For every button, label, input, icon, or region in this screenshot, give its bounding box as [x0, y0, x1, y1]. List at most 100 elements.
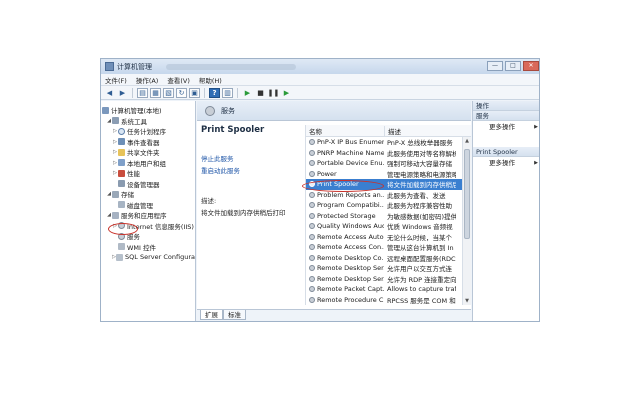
list-row[interactable]: PnP-X IP Bus Enumer... PnP-X 总线枚举器服务 — [306, 137, 471, 148]
service-description-cell: PnP-X 总线枚举器服务 — [387, 139, 453, 148]
forward-arrow-icon[interactable]: ▶ — [117, 88, 128, 98]
services-list: 名称 描述 PnP-X IP Bus Enumer... PnP-X 总线枚举器服… — [305, 125, 471, 305]
service-name-cell: Power — [306, 170, 384, 178]
tree-item-disk-management[interactable]: 磁盘管理 — [101, 200, 195, 211]
service-name-text: Quality Windows Aud... — [317, 222, 384, 231]
properties-icon[interactable]: ▦ — [150, 87, 161, 98]
minimize-button[interactable]: — — [487, 61, 503, 71]
tab-standard[interactable]: 标准 — [223, 310, 246, 320]
tree-item-root[interactable]: 计算机管理(本地) — [101, 105, 195, 116]
close-button[interactable]: ✕ — [523, 61, 539, 71]
scroll-up-icon[interactable]: ▲ — [463, 137, 471, 145]
tree-item-services[interactable]: 服务 — [101, 231, 195, 242]
actions-group-print-spooler[interactable]: Print Spooler — [473, 147, 539, 157]
console-tree-icon[interactable]: ▤ — [137, 87, 148, 98]
tree-item-wmi[interactable]: WMI 控件 — [101, 242, 195, 253]
tree-item-iis[interactable]: ▷ Internet 信息服务(IIS) — [101, 221, 195, 232]
tree-item-event-viewer[interactable]: ▷ 事件查看器 — [101, 137, 195, 148]
description-text: 将文件加载到内存供稍后打印 — [201, 209, 286, 217]
list-row[interactable]: Remote Desktop Ser... 允许为 RDP 连接重定向 — [306, 274, 471, 285]
tree-item-label: 任务计划程序 — [127, 128, 166, 137]
export-list-icon[interactable]: ▧ — [163, 87, 174, 98]
pause-service-icon[interactable]: ❚❚ — [268, 88, 280, 98]
clock-icon — [118, 127, 125, 135]
tree-item-performance[interactable]: ▷ 性能 — [101, 168, 195, 179]
refresh-icon[interactable]: ↻ — [176, 87, 187, 98]
list-row[interactable]: Quality Windows Aud...优质 Windows 音频视 — [306, 221, 471, 232]
service-description-cell: RPCSS 服务是 COM 和 — [387, 296, 456, 305]
more-actions-services[interactable]: 更多操作 ▶ — [473, 121, 539, 133]
tree-item-storage[interactable]: ◢ 存储 — [101, 189, 195, 200]
disk-icon — [118, 201, 125, 209]
restart-service-link[interactable]: 重启动此服务 — [201, 165, 304, 175]
list-row[interactable]: Remote Access Auto ...无论什么时候，当某个 — [306, 232, 471, 243]
tree-item-task-scheduler[interactable]: ▷ 任务计划程序 — [101, 126, 195, 137]
event-viewer-icon — [118, 138, 125, 146]
column-header-description[interactable]: 描述 — [384, 125, 456, 136]
service-name-text: Power — [317, 169, 337, 178]
service-name-cell: Remote Desktop Co... — [306, 254, 384, 262]
service-gear-icon — [309, 286, 315, 293]
service-name-text: PnP-X IP Bus Enumer... — [317, 138, 384, 147]
tree-item-shared-folders[interactable]: ▷ 共享文件夹 — [101, 147, 195, 158]
restart-service-icon[interactable]: ▶ — [281, 88, 292, 98]
list-row[interactable]: Remote Desktop Co... 远程桌面配置服务(RDC — [306, 253, 471, 264]
menu-view[interactable]: 查看(V) — [167, 75, 190, 85]
tree-item-services-apps[interactable]: ◢ 服务和应用程序 — [101, 210, 195, 221]
scroll-thumb[interactable] — [464, 149, 470, 239]
list-row[interactable]: Remote Packet Capt... Allows to capture t… — [306, 284, 471, 295]
list-row[interactable]: Remote Access Con... 管理从这台计算机到 In — [306, 242, 471, 253]
list-row[interactable]: Protected Storage 为敏感数据(如密码)提供 — [306, 211, 471, 222]
service-gear-icon — [309, 275, 315, 282]
list-row[interactable]: Problem Reports an... 此服务为查看、发送 — [306, 190, 471, 201]
tree-item-sql-server[interactable]: ▷ SQL Server Configura — [101, 252, 195, 263]
service-description-cell: 优质 Windows 音频视 — [387, 223, 453, 232]
toolbar-separator — [237, 87, 238, 98]
actions-group-services[interactable]: 服务 — [473, 111, 539, 121]
list-row-selected[interactable]: Print Spooler 将文件加载到内存供稍后 — [306, 179, 471, 190]
more-actions-print-spooler[interactable]: 更多操作 ▶ — [473, 157, 539, 169]
panel-icon[interactable]: ▣ — [189, 87, 200, 98]
tree-item-device-manager[interactable]: 设备管理器 — [101, 179, 195, 190]
tree-item-system-tools[interactable]: ◢ 系统工具 — [101, 116, 195, 127]
view-icon[interactable]: ▥ — [222, 87, 233, 98]
description-label: 描述: — [201, 197, 217, 205]
vertical-scrollbar[interactable]: ▲ ▼ — [462, 137, 471, 305]
tree-item-local-users[interactable]: ▷ 本地用户和组 — [101, 158, 195, 169]
service-name-text: Protected Storage — [317, 211, 376, 220]
list-row[interactable]: Power 管理电源策略和电源策略 — [306, 169, 471, 180]
menu-action[interactable]: 操作(A) — [136, 75, 159, 85]
service-name-text: Problem Reports an... — [317, 190, 384, 199]
menu-file[interactable]: 文件(F) — [105, 75, 127, 85]
service-description-cell: 此服务为程序兼容性助 — [387, 202, 452, 211]
service-name-text: Portable Device Enu... — [317, 159, 384, 168]
list-row[interactable]: Remote Desktop Ser... 允许用户以交互方式连 — [306, 263, 471, 274]
list-row[interactable]: Program Compatibi... 此服务为程序兼容性助 — [306, 200, 471, 211]
actions-pane: 操作 服务 更多操作 ▶ Print Spooler 更多操作 ▶ — [472, 101, 539, 321]
services-pane: 服务 Print Spooler 停止此服务 重启动此服务 描述: 将文件加载到… — [197, 101, 471, 321]
maximize-button[interactable]: □ — [505, 61, 521, 71]
list-row[interactable]: PNRP Machine Name... 此服务使用对等名称解析 — [306, 148, 471, 159]
service-name-cell: Problem Reports an... — [306, 191, 384, 199]
help-icon[interactable]: ? — [209, 87, 220, 98]
start-service-icon[interactable]: ▶ — [242, 88, 253, 98]
users-icon — [118, 159, 125, 167]
back-arrow-icon[interactable]: ◀ — [104, 88, 115, 98]
column-header-name[interactable]: 名称 — [306, 126, 384, 136]
view-tabs: 扩展 标准 — [197, 309, 471, 321]
list-row[interactable]: Remote Procedure C... RPCSS 服务是 COM 和 — [306, 295, 471, 306]
service-name-cell: Protected Storage — [306, 212, 384, 220]
list-row[interactable]: Portable Device Enu... 强制可移动大容量存储 — [306, 158, 471, 169]
service-icon — [118, 222, 125, 230]
tab-extended[interactable]: 扩展 — [200, 310, 223, 320]
menu-help[interactable]: 帮助(H) — [199, 75, 222, 85]
service-gear-icon — [309, 223, 315, 230]
service-gear-icon — [309, 139, 315, 146]
stop-service-icon[interactable]: ■ — [255, 88, 266, 98]
scroll-down-icon[interactable]: ▼ — [463, 297, 471, 305]
list-rows: PnP-X IP Bus Enumer... PnP-X 总线枚举器服务 PNRP … — [306, 137, 471, 305]
performance-icon — [118, 169, 125, 177]
tree-item-label: 本地用户和组 — [127, 159, 166, 168]
service-name-text: Remote Desktop Ser... — [317, 274, 384, 283]
stop-service-link[interactable]: 停止此服务 — [201, 153, 304, 163]
